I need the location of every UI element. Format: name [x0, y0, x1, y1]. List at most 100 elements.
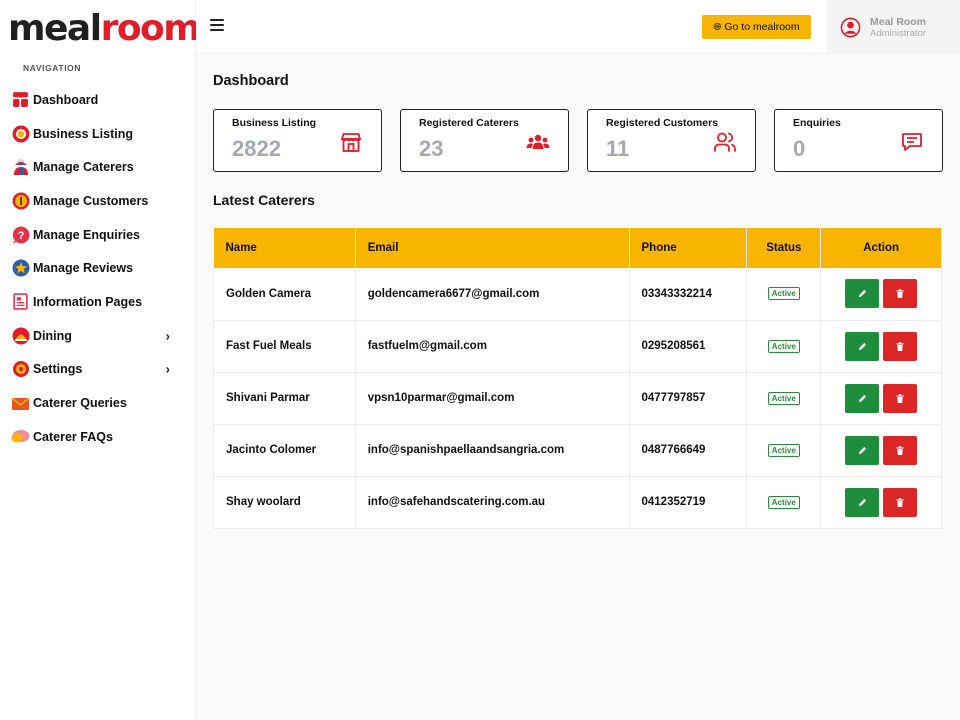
sidebar-item-label: Dashboard	[33, 92, 99, 107]
pencil-icon	[858, 290, 866, 298]
column-header-name[interactable]: Name	[213, 228, 356, 268]
stat-card-registered-caterers[interactable]: Registered Caterers 23	[400, 109, 569, 172]
cell-action	[820, 320, 942, 373]
card-value: 0	[793, 136, 806, 161]
status-badge: Active	[767, 287, 800, 301]
message-icon	[902, 133, 922, 151]
table-row: Shivani Parmar vpsn10parmar@gmail.com 04…	[213, 372, 942, 425]
sidebar-item-manage-enquiries[interactable]: ? Manage Enquiries	[0, 218, 196, 252]
pencil-icon	[858, 342, 866, 350]
section-title-latest-caterers: Latest Caterers	[213, 192, 315, 208]
pencil-icon	[858, 498, 866, 506]
star-icon	[11, 259, 30, 278]
cell-phone: 0412352719	[629, 476, 748, 529]
sidebar-item-business-listing[interactable]: Business Listing	[0, 117, 196, 151]
page-title: Dashboard	[213, 73, 289, 89]
trash-icon	[896, 445, 904, 455]
column-header-phone[interactable]: Phone	[629, 228, 748, 268]
sidebar-item-dashboard[interactable]: Dashboard	[0, 83, 196, 117]
cell-email: goldencamera6677@gmail.com	[355, 268, 630, 321]
user-name: Meal Room	[870, 15, 927, 28]
table-row: Shay woolard info@safehandscatering.com.…	[213, 476, 942, 529]
edit-button[interactable]	[845, 487, 880, 517]
delete-button[interactable]	[883, 279, 918, 309]
cell-name: Jacinto Colomer	[213, 424, 356, 477]
edit-button[interactable]	[845, 383, 880, 413]
cell-email: fastfuelm@gmail.com	[355, 320, 630, 373]
gear-icon	[11, 360, 30, 379]
status-badge: Active	[767, 391, 800, 405]
dashboard-icon	[11, 90, 30, 109]
sidebar-item-caterer-faqs[interactable]: Caterer FAQs	[0, 420, 196, 454]
caterers-table: Name Email Phone Status Action Golden Ca…	[213, 228, 942, 529]
customer-icon	[11, 191, 30, 210]
cell-status: Active	[746, 320, 822, 373]
cell-status: Active	[746, 268, 822, 321]
edit-button[interactable]	[845, 279, 880, 309]
sidebar-item-information-pages[interactable]: Information Pages	[0, 285, 196, 319]
chevron-right-icon[interactable]: ›	[166, 362, 170, 377]
cell-email: info@spanishpaellaandsangria.com	[355, 424, 630, 477]
user-menu[interactable]: Meal Room Administrator	[827, 0, 960, 54]
card-label: Enquiries	[793, 117, 841, 129]
chevron-right-icon[interactable]: ›	[166, 328, 170, 343]
edit-button[interactable]	[845, 331, 880, 361]
cell-status: Active	[746, 476, 822, 529]
sidebar-item-settings[interactable]: Settings ›	[0, 353, 196, 387]
trash-icon	[896, 497, 904, 507]
cell-name: Shivani Parmar	[213, 372, 356, 425]
sidebar-nav: Dashboard Business Listing Manage Catere…	[0, 83, 196, 454]
topbar: 🌐︎ Go to mealroom Meal Room Administrato…	[196, 0, 960, 54]
cell-action	[820, 268, 942, 321]
column-header-action: Action	[820, 228, 942, 268]
sidebar-item-manage-reviews[interactable]: Manage Reviews	[0, 251, 196, 285]
table-row: Fast Fuel Meals fastfuelm@gmail.com 0295…	[213, 320, 942, 373]
brand-logo[interactable]: mealroom	[8, 6, 201, 52]
user-role: Administrator	[870, 27, 926, 39]
cell-action	[820, 424, 942, 477]
cell-name: Golden Camera	[213, 268, 356, 321]
edit-button[interactable]	[845, 435, 880, 465]
group-icon	[526, 134, 550, 149]
cell-phone: 0487766649	[629, 424, 748, 477]
delete-button[interactable]	[883, 331, 918, 361]
svg-text:?: ?	[17, 230, 24, 242]
column-header-status[interactable]: Status	[746, 228, 822, 268]
card-label: Business Listing	[232, 117, 317, 129]
column-header-email[interactable]: Email	[355, 228, 630, 268]
cell-phone: 0295208561	[629, 320, 748, 373]
sidebar-item-dining[interactable]: Dining ›	[0, 319, 196, 353]
pencil-icon	[858, 446, 866, 454]
table-header-row: Name Email Phone Status Action	[213, 228, 942, 268]
sidebar-item-label: Manage Caterers	[33, 160, 134, 175]
cell-name: Fast Fuel Meals	[213, 320, 356, 373]
sidebar-item-manage-customers[interactable]: Manage Customers	[0, 184, 196, 218]
card-label: Registered Caterers	[419, 117, 519, 129]
sidebar-item-caterer-queries[interactable]: Caterer Queries	[0, 386, 196, 420]
sidebar-item-label: Manage Customers	[33, 193, 149, 208]
cell-email: vpsn10parmar@gmail.com	[355, 372, 630, 425]
status-badge: Active	[767, 443, 800, 457]
card-label: Registered Customers	[606, 117, 719, 129]
sidebar-item-label: Manage Reviews	[33, 261, 134, 276]
card-value: 23	[419, 136, 444, 161]
go-to-site-button[interactable]: 🌐︎ Go to mealroom	[702, 15, 811, 39]
sidebar: mealroom NAVIGATION Dashboard Business L…	[0, 0, 201, 720]
hamburger-menu-icon[interactable]	[210, 19, 224, 33]
question-icon: ?	[11, 225, 30, 244]
status-badge: Active	[767, 495, 800, 509]
delete-button[interactable]	[883, 383, 918, 413]
card-value: 11	[606, 136, 630, 161]
sidebar-item-label: Caterer FAQs	[33, 429, 113, 444]
delete-button[interactable]	[883, 435, 918, 465]
cell-email: info@safehandscatering.com.au	[355, 476, 630, 529]
stat-card-business-listing[interactable]: Business Listing 2822	[213, 109, 382, 172]
store-icon	[340, 133, 362, 152]
sidebar-item-label: Information Pages	[33, 294, 143, 309]
cell-action	[820, 372, 942, 425]
sidebar-item-label: Dining	[33, 328, 72, 343]
stat-card-enquiries[interactable]: Enquiries 0	[774, 109, 943, 172]
sidebar-item-manage-caterers[interactable]: Manage Caterers	[0, 150, 196, 184]
delete-button[interactable]	[883, 487, 918, 517]
stat-card-registered-customers[interactable]: Registered Customers 11	[587, 109, 756, 172]
